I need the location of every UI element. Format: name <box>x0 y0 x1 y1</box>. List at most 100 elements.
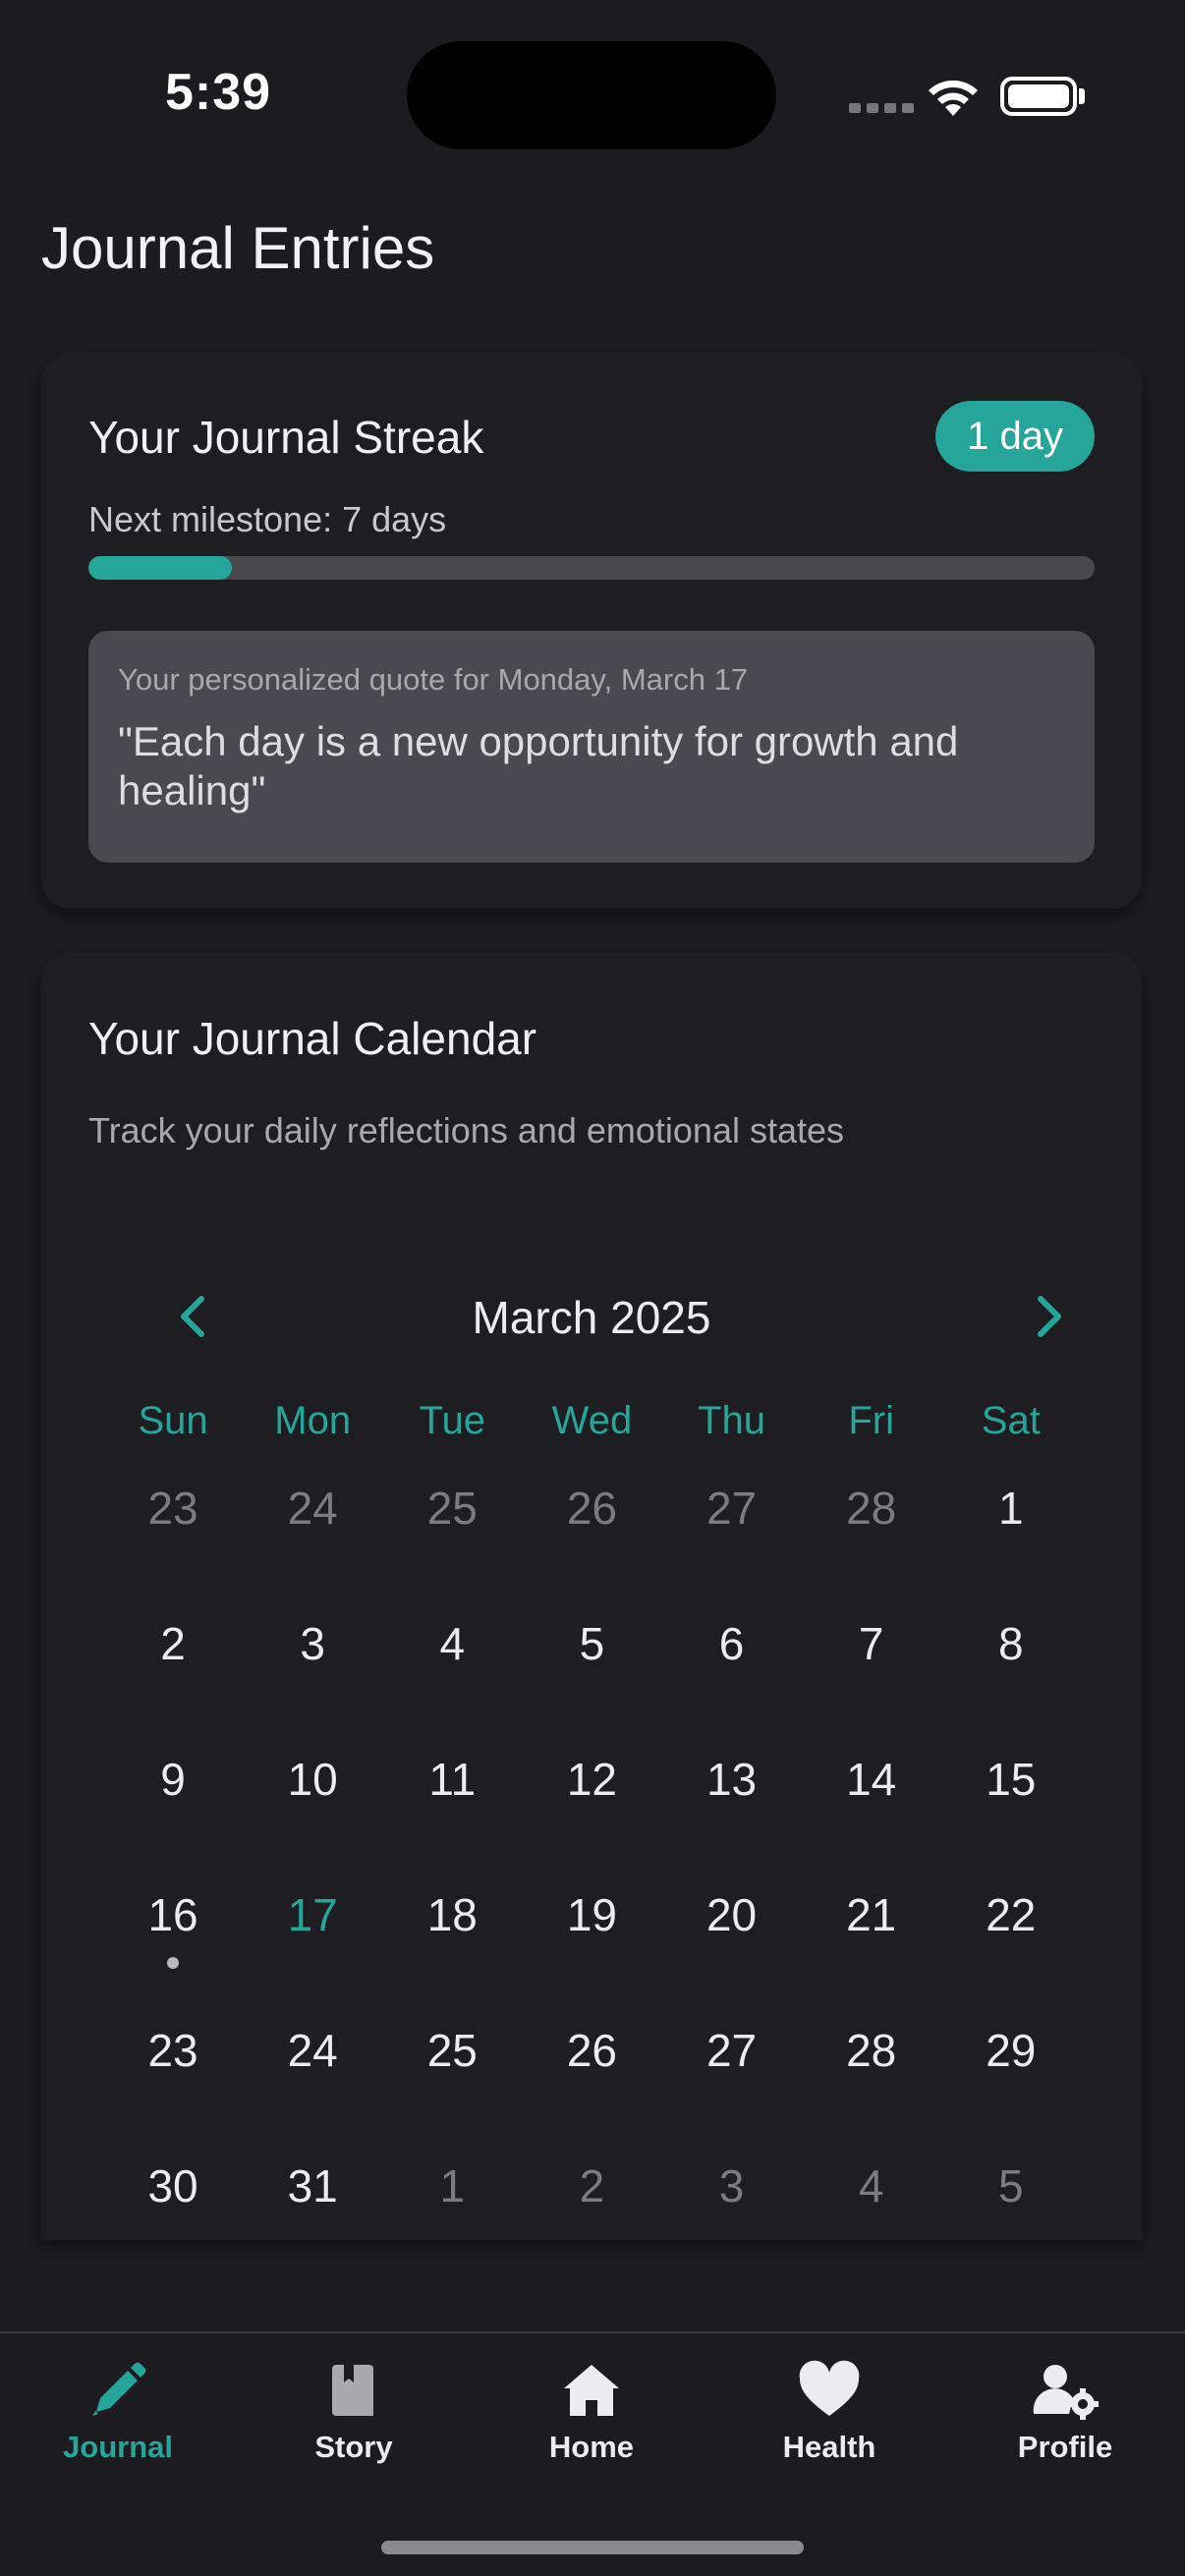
calendar-day[interactable]: 10 <box>243 1745 382 1880</box>
calendar-title: Your Journal Calendar <box>88 1013 537 1064</box>
day-number: 6 <box>718 1618 745 1669</box>
weekday-label: Fri <box>848 1399 894 1442</box>
calendar-day[interactable]: 1 <box>941 1474 1081 1609</box>
calendar-day[interactable]: 24 <box>243 2016 382 2152</box>
page-title: Journal Entries <box>41 215 435 281</box>
day-number: 24 <box>287 2025 338 2076</box>
calendar-day[interactable]: 13 <box>662 1745 802 1880</box>
home-icon <box>564 2365 619 2416</box>
calendar-day[interactable]: 31 <box>243 2152 382 2287</box>
calendar-day[interactable]: 18 <box>382 1880 522 2016</box>
day-number: 15 <box>986 1754 1037 1805</box>
weekday-label: Wed <box>551 1399 633 1442</box>
month-navigation: March 2025 <box>140 1287 1061 1346</box>
calendar-day[interactable]: 12 <box>522 1745 661 1880</box>
weekday-header: Sun Mon Tue Wed Thu Fri Sat <box>103 1399 1081 1443</box>
tab-label: Profile <box>1017 2430 1113 2464</box>
calendar-day[interactable]: 27 <box>662 1474 802 1609</box>
calendar-day[interactable]: 4 <box>802 2152 941 2287</box>
day-number: 26 <box>566 2025 618 2076</box>
calendar-week: 30 31 1 2 3 4 5 <box>103 2152 1081 2287</box>
day-number: 16 <box>147 1889 198 1940</box>
streak-card: Your Journal Streak 1 day Next milestone… <box>41 354 1142 909</box>
day-number: 1 <box>439 2160 466 2212</box>
calendar-week: 16 17 18 19 20 21 22 <box>103 1880 1081 2016</box>
tab-health[interactable]: Health <box>731 2359 928 2465</box>
calendar-day[interactable]: 2 <box>522 2152 661 2287</box>
calendar-day[interactable]: 5 <box>522 1609 661 1745</box>
calendar-day[interactable]: 3 <box>662 2152 802 2287</box>
day-number: 12 <box>566 1754 618 1805</box>
calendar-day[interactable]: 16 <box>103 1880 243 2016</box>
calendar-day[interactable]: 23 <box>103 2016 243 2152</box>
calendar-day[interactable]: 14 <box>802 1745 941 1880</box>
calendar-day[interactable]: 4 <box>382 1609 522 1745</box>
tab-home[interactable]: Home <box>493 2359 690 2465</box>
month-label: March 2025 <box>472 1292 711 1343</box>
calendar-day-today[interactable]: 17 <box>243 1880 382 2016</box>
calendar-day[interactable]: 28 <box>802 2016 941 2152</box>
calendar-day[interactable]: 11 <box>382 1745 522 1880</box>
entry-indicator-dot <box>167 1957 180 1969</box>
day-number: 23 <box>147 2025 198 2076</box>
day-number: 1 <box>998 1483 1024 1534</box>
day-number: 10 <box>287 1754 338 1805</box>
day-number: 29 <box>986 2025 1037 2076</box>
calendar-day[interactable]: 8 <box>941 1609 1081 1745</box>
day-number: 27 <box>705 2025 758 2076</box>
calendar-day[interactable]: 1 <box>382 2152 522 2287</box>
day-number: 25 <box>426 2025 478 2076</box>
dynamic-island <box>407 41 776 149</box>
calendar-day[interactable]: 29 <box>941 2016 1081 2152</box>
calendar-day[interactable]: 5 <box>941 2152 1081 2287</box>
calendar-day[interactable]: 27 <box>662 2016 802 2152</box>
calendar-day[interactable]: 7 <box>802 1609 941 1745</box>
tab-journal[interactable]: Journal <box>20 2359 216 2465</box>
calendar-week: 23 24 25 26 27 28 29 <box>103 2016 1081 2152</box>
streak-badge: 1 day <box>935 401 1095 472</box>
bottom-tab-bar: Journal Story Home Health Profile <box>0 2331 1185 2576</box>
calendar-day[interactable]: 24 <box>243 1474 382 1609</box>
calendar-day[interactable]: 6 <box>662 1609 802 1745</box>
quote-label: Your personalized quote for Monday, Marc… <box>118 662 749 697</box>
calendar-day[interactable]: 25 <box>382 2016 522 2152</box>
day-number: 25 <box>426 1483 478 1534</box>
streak-title: Your Journal Streak <box>88 412 484 463</box>
calendar-day[interactable]: 3 <box>243 1609 382 1745</box>
calendar-day[interactable]: 22 <box>941 1880 1081 2016</box>
calendar-day[interactable]: 26 <box>522 1474 661 1609</box>
milestone-progress-bar <box>88 556 1095 580</box>
battery-icon <box>1000 77 1077 116</box>
day-number: 20 <box>705 1889 758 1940</box>
tab-story[interactable]: Story <box>255 2359 452 2465</box>
cellular-signal-icon <box>849 103 914 113</box>
calendar-day[interactable]: 23 <box>103 1474 243 1609</box>
calendar-day[interactable]: 2 <box>103 1609 243 1745</box>
day-number: 31 <box>287 2160 338 2212</box>
user-gear-icon <box>1033 2365 1099 2420</box>
weekday-label: Tue <box>419 1399 486 1442</box>
heart-icon <box>799 2360 860 2416</box>
calendar-day[interactable]: 28 <box>802 1474 941 1609</box>
tab-profile[interactable]: Profile <box>967 2359 1163 2465</box>
day-number: 26 <box>566 1483 618 1534</box>
calendar-day[interactable]: 19 <box>522 1880 661 2016</box>
calendar-day[interactable]: 20 <box>662 1880 802 2016</box>
day-number: 19 <box>566 1889 618 1940</box>
day-number: 5 <box>579 1618 605 1669</box>
day-number: 14 <box>846 1754 897 1805</box>
home-indicator <box>381 2541 804 2554</box>
day-number: 3 <box>718 2160 745 2212</box>
calendar-day[interactable]: 26 <box>522 2016 661 2152</box>
calendar-day[interactable]: 15 <box>941 1745 1081 1880</box>
calendar-day[interactable]: 25 <box>382 1474 522 1609</box>
calendar-day[interactable]: 21 <box>802 1880 941 2016</box>
day-number: 2 <box>579 2160 605 2212</box>
next-month-button[interactable] <box>1019 1287 1078 1346</box>
calendar-day[interactable]: 9 <box>103 1745 243 1880</box>
weekday-label: Sat <box>981 1399 1041 1442</box>
calendar-day[interactable]: 30 <box>103 2152 243 2287</box>
quote-box: Your personalized quote for Monday, Marc… <box>88 631 1095 863</box>
wifi-icon <box>929 80 978 116</box>
day-number: 5 <box>998 2160 1024 2212</box>
